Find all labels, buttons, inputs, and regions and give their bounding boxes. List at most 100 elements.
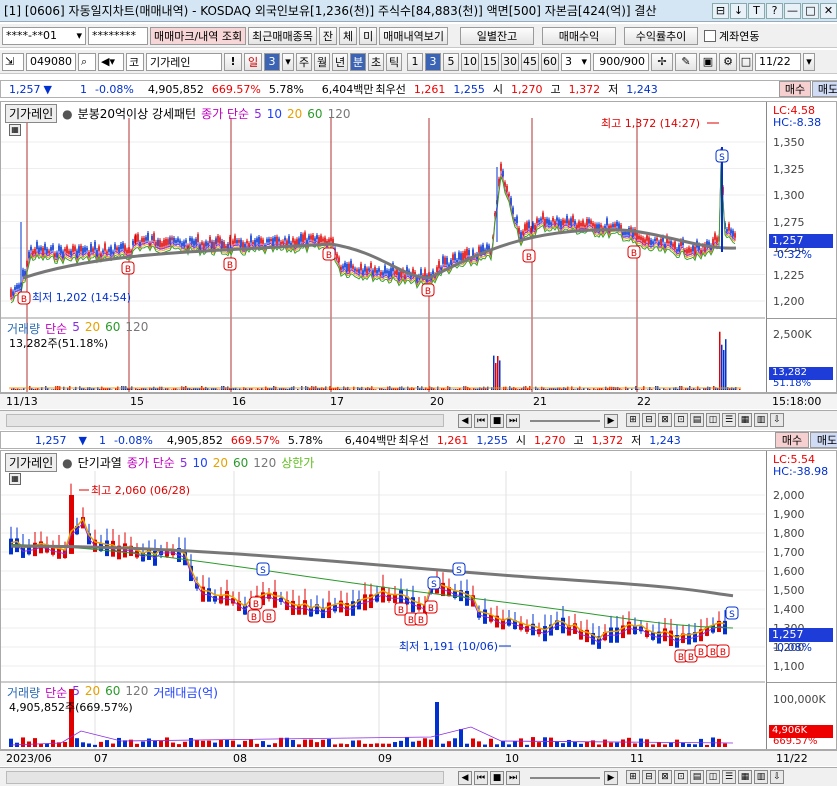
legend-stock-name[interactable]: 기가레인 (5, 104, 58, 123)
chart2-scrollbar[interactable] (6, 771, 444, 784)
zoom-slider[interactable] (530, 420, 600, 422)
period-count[interactable]: 3 (264, 52, 280, 71)
trade-history-button[interactable]: 매매내역보기 (379, 26, 449, 45)
layout-icon[interactable]: ▤ (690, 770, 704, 784)
save-icon[interactable]: ▣ (699, 52, 717, 71)
link-icon[interactable]: ⇲ (2, 52, 24, 71)
text-icon[interactable]: T (748, 2, 765, 19)
buy-marker-label: B (125, 265, 131, 275)
trade-profit-button[interactable]: 매매수익 (542, 26, 617, 45)
list-icon[interactable]: ☰ (722, 413, 736, 427)
maximize-icon[interactable]: □ (802, 2, 819, 19)
x-tick-label: 08 (233, 752, 247, 765)
scroll-start-icon[interactable]: ⏮ (474, 771, 488, 785)
interval-15-button[interactable]: 15 (481, 52, 499, 71)
filled-button[interactable]: 체 (339, 26, 358, 45)
calendar-icon[interactable]: ▾ (803, 52, 815, 71)
balance-button[interactable]: 잔 (318, 26, 338, 45)
help-icon[interactable]: ? (766, 2, 783, 19)
chart1-scrollbar[interactable] (6, 414, 444, 427)
checkbox-icon[interactable]: □ (739, 52, 753, 71)
alert-icon[interactable]: ! (224, 52, 242, 71)
period-week-button[interactable]: 주 (296, 52, 312, 71)
zoom-slider[interactable] (530, 777, 600, 779)
period-second-button[interactable]: 초 (368, 52, 384, 71)
zoom-out-icon[interactable]: ⊟ (642, 770, 656, 784)
export-icon[interactable]: ⇩ (770, 413, 784, 427)
chart-icon[interactable]: ▥ (754, 770, 768, 784)
expand-icon[interactable]: ⊡ (674, 413, 688, 427)
stop-icon[interactable]: ■ (490, 414, 504, 428)
checkbox-icon[interactable] (704, 29, 717, 42)
interval-60-button[interactable]: 60 (541, 52, 559, 71)
sound-icon[interactable]: ◀▾ (98, 52, 124, 71)
search-icon[interactable]: ⌕ (78, 52, 96, 71)
down-arrow-icon[interactable]: ↓ (730, 2, 747, 19)
table-icon[interactable]: ▦ (738, 413, 752, 427)
interval-3-button[interactable]: 3 (425, 52, 441, 71)
minimize-icon[interactable]: — (784, 2, 801, 19)
scroll-left-icon[interactable]: ◀ (458, 414, 472, 428)
fit-icon[interactable]: ⊠ (658, 770, 672, 784)
split-icon[interactable]: ◫ (706, 413, 720, 427)
interval-45-button[interactable]: 45 (521, 52, 539, 71)
daily-balance-button[interactable]: 일별잔고 (460, 26, 535, 45)
close-icon[interactable]: ✕ (820, 2, 837, 19)
zoom-out-icon[interactable]: ⊟ (642, 413, 656, 427)
export-icon[interactable]: ⇩ (770, 770, 784, 784)
interval-30-button[interactable]: 30 (501, 52, 519, 71)
layout-icon[interactable]: ▤ (690, 413, 704, 427)
trade-mark-lookup-button[interactable]: 매매마크/내역 조회 (150, 26, 247, 45)
legend-stock-name[interactable]: 기가레인 (5, 453, 58, 472)
period-tick-button[interactable]: 틱 (386, 52, 402, 71)
account-link-checkbox[interactable]: 계좌연동 (704, 28, 760, 44)
interval-10-button[interactable]: 10 (461, 52, 479, 71)
scroll-start-icon[interactable]: ⏮ (474, 414, 488, 428)
stock-code-input[interactable]: 049080 (26, 52, 76, 71)
candle (686, 249, 688, 254)
grid-toggle-icon[interactable]: ▦ (9, 124, 21, 136)
scroll-left-icon[interactable]: ◀ (458, 771, 472, 785)
draw-icon[interactable]: ✎ (675, 52, 697, 71)
password-field[interactable]: ******** (88, 26, 148, 45)
scroll-right-icon[interactable]: ▶ (604, 771, 618, 785)
crosshair-icon[interactable]: ✢ (651, 52, 673, 71)
gear-icon[interactable]: ⚙ (719, 52, 737, 71)
period-year-button[interactable]: 년 (332, 52, 348, 71)
interval-select[interactable]: 3 ▾ (561, 52, 591, 71)
grid-toggle-icon[interactable]: ▦ (9, 473, 21, 485)
expand-icon[interactable]: ⊡ (674, 770, 688, 784)
chart-icon[interactable]: ▥ (754, 413, 768, 427)
chevron-down-icon[interactable]: ▾ (282, 52, 294, 71)
data-count-input[interactable]: 900/900 (593, 52, 649, 71)
stop-icon[interactable]: ■ (490, 771, 504, 785)
recent-trades-button[interactable]: 최근매매종목 (248, 26, 317, 45)
zoom-in-icon[interactable]: ⊞ (626, 413, 640, 427)
period-month-button[interactable]: 월 (314, 52, 330, 71)
minimize-to-tray-icon[interactable]: ⊟ (712, 2, 729, 19)
unfilled-button[interactable]: 미 (359, 26, 378, 45)
chart1-scroll-bar: ◀ ⏮ ■ ⏭ ▶ ⊞ ⊟ ⊠ ⊡ ▤ ◫ ☰ ▦ ▥ ⇩ (0, 410, 837, 430)
interval-1-button[interactable]: 1 (407, 52, 423, 71)
period-minute-button[interactable]: 분 (350, 52, 366, 71)
table-icon[interactable]: ▦ (738, 770, 752, 784)
scroll-right-icon[interactable]: ▶ (604, 414, 618, 428)
account-select[interactable]: ****-**01 ▾ (2, 26, 86, 45)
intraday-chart[interactable]: B B B B B B B S 최고 1,372 (14:27) 최저 1,202 (14:54) (1, 102, 767, 392)
zoom-in-icon[interactable]: ⊞ (626, 770, 640, 784)
period-day-button[interactable]: 일 (244, 52, 262, 71)
interval-5-button[interactable]: 5 (443, 52, 459, 71)
scroll-end-icon[interactable]: ⏭ (506, 414, 520, 428)
scroll-end-icon[interactable]: ⏭ (506, 771, 520, 785)
buy-button[interactable]: 매수 (779, 81, 811, 97)
list-icon[interactable]: ☰ (722, 770, 736, 784)
buy-button-2[interactable]: 매수 (775, 432, 809, 448)
return-trend-button[interactable]: 수익률추이 (624, 26, 699, 45)
split-icon[interactable]: ◫ (706, 770, 720, 784)
sell-button[interactable]: 매도 (812, 81, 837, 97)
market-type[interactable]: 코 (126, 52, 144, 71)
x-tick-label: 2023/06 (6, 752, 52, 765)
sell-button-2[interactable]: 매도 (810, 432, 837, 448)
date-input[interactable]: 11/22 (755, 52, 801, 71)
fit-icon[interactable]: ⊠ (658, 413, 672, 427)
